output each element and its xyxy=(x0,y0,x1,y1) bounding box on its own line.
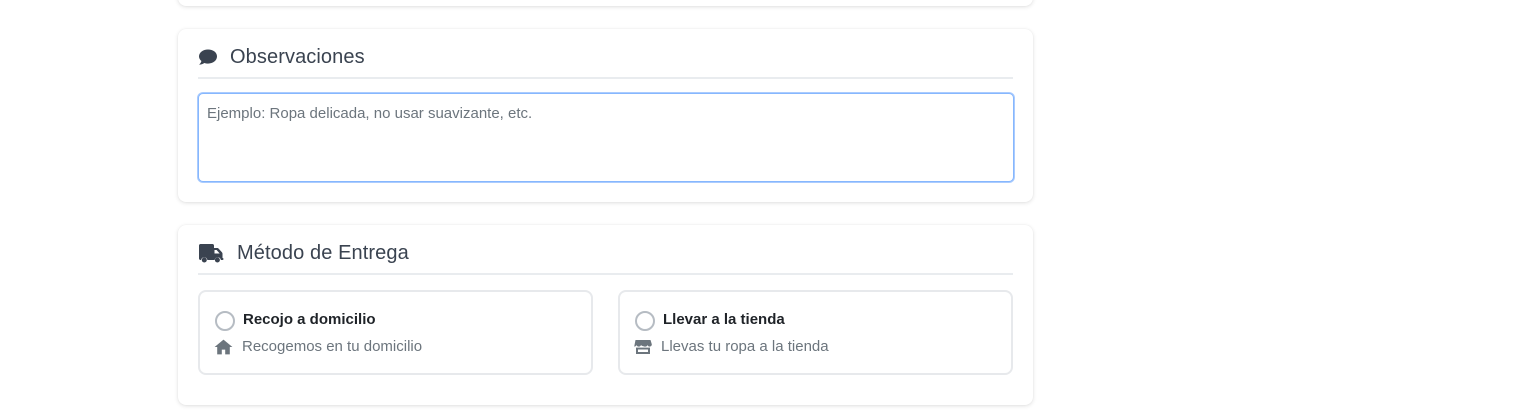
option-tienda-description: Llevas tu ropa a la tienda xyxy=(661,338,829,355)
observaciones-title: Observaciones xyxy=(230,45,365,68)
option-recojo-description: Recogemos en tu domicilio xyxy=(242,338,423,355)
previous-section-card xyxy=(178,0,1033,6)
option-tienda-label: Llevar a la tienda xyxy=(663,311,785,328)
observaciones-card: Observaciones xyxy=(178,29,1033,202)
home-icon xyxy=(214,339,233,354)
observaciones-header: Observaciones xyxy=(198,37,1013,79)
delivery-option-tienda[interactable]: Llevar a la tienda Llevas tu ropa a la t… xyxy=(618,290,1013,375)
truck-icon xyxy=(199,243,224,262)
metodo-entrega-title: Método de Entrega xyxy=(237,241,409,264)
store-icon xyxy=(634,339,652,354)
option-recojo-label: Recojo a domicilio xyxy=(243,311,376,328)
metodo-entrega-header: Método de Entrega xyxy=(198,233,1013,275)
delivery-option-recojo[interactable]: Recojo a domicilio Recogemos en tu domic… xyxy=(198,290,593,375)
option-tienda-description-row: Llevas tu ropa a la tienda xyxy=(634,338,829,355)
radio-recojo[interactable] xyxy=(215,311,235,331)
comment-icon xyxy=(199,49,217,65)
option-recojo-description-row: Recogemos en tu domicilio xyxy=(214,338,422,355)
observaciones-textarea[interactable] xyxy=(198,93,1014,182)
radio-tienda[interactable] xyxy=(635,311,655,331)
metodo-entrega-card: Método de Entrega Recojo a domicilio Rec… xyxy=(178,225,1033,405)
